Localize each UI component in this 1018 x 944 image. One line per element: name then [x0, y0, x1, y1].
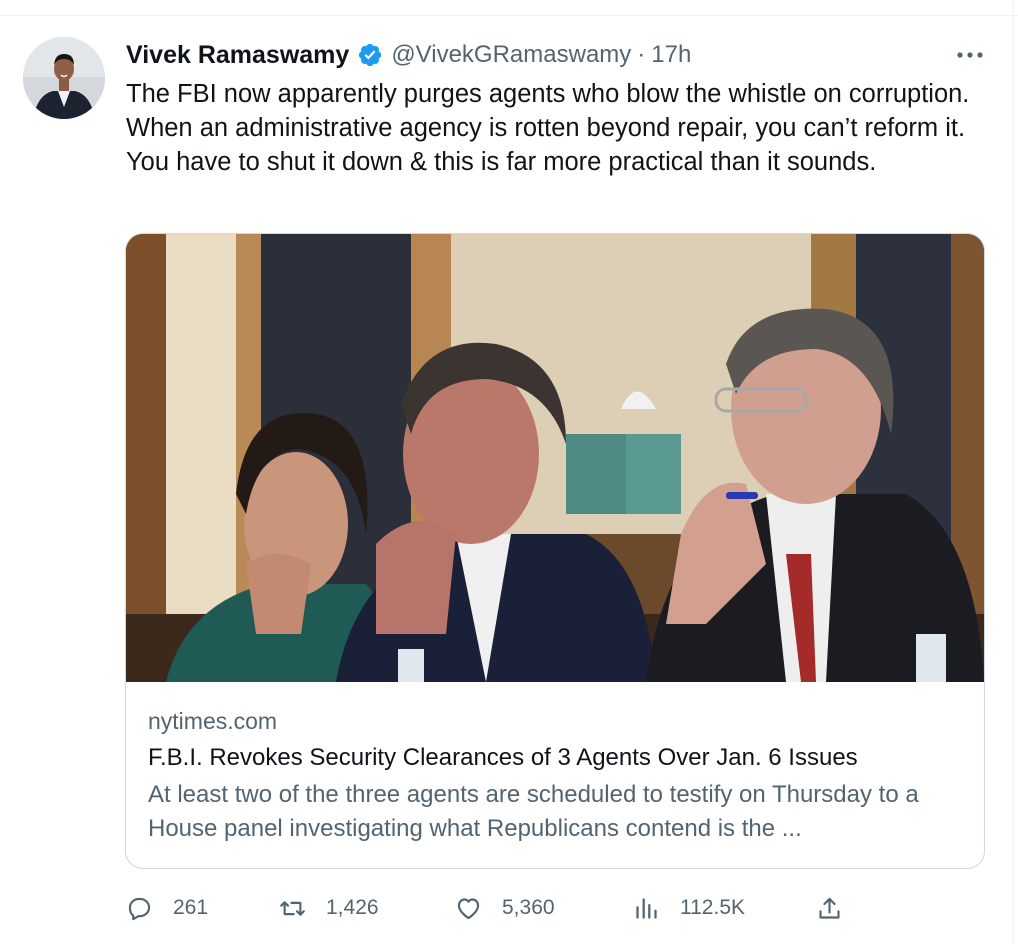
- card-title[interactable]: F.B.I. Revokes Security Clearances of 3 …: [148, 741, 968, 775]
- like-button[interactable]: 5,360: [455, 890, 555, 926]
- share-button[interactable]: [816, 890, 843, 926]
- top-divider: [0, 0, 1018, 16]
- reply-icon: [128, 897, 151, 920]
- verified-badge-icon: [357, 42, 383, 68]
- more-options-icon[interactable]: [954, 42, 986, 68]
- views-count: 112.5K: [680, 896, 745, 919]
- card-image[interactable]: [126, 234, 984, 682]
- reply-count: 261: [173, 896, 209, 919]
- share-icon: [819, 897, 840, 919]
- link-preview-card[interactable]: nytimes.com F.B.I. Revokes Security Clea…: [125, 233, 985, 869]
- card-domain: nytimes.com: [148, 708, 278, 734]
- avatar[interactable]: [23, 37, 105, 119]
- card-description: At least two of the three agents are sch…: [148, 781, 919, 842]
- tweet-text: The FBI now apparently purges agents who…: [126, 80, 977, 176]
- author-name[interactable]: Vivek Ramaswamy: [126, 41, 349, 70]
- like-count: 5,360: [502, 896, 555, 919]
- card-body: nytimes.com F.B.I. Revokes Security Clea…: [148, 704, 968, 846]
- avatar-image: [23, 37, 105, 119]
- views-chart-icon: [636, 897, 657, 919]
- reply-button[interactable]: 261: [126, 890, 208, 926]
- heart-icon: [457, 897, 480, 919]
- author-handle[interactable]: @VivekGRamaswamy: [391, 41, 631, 69]
- retweet-button[interactable]: 1,426: [279, 890, 379, 926]
- retweet-count: 1,426: [326, 896, 379, 919]
- views-button[interactable]: 112.5K: [633, 890, 745, 926]
- retweet-icon: [280, 900, 305, 916]
- tweet-actions: 261 1,426 5,360 112.5K: [126, 890, 986, 926]
- tweet-header: Vivek Ramaswamy @VivekGRamaswamy · 17h: [126, 38, 691, 72]
- right-divider: [1013, 0, 1014, 944]
- tweet-timestamp[interactable]: 17h: [651, 41, 691, 69]
- header-separator: ·: [637, 41, 646, 68]
